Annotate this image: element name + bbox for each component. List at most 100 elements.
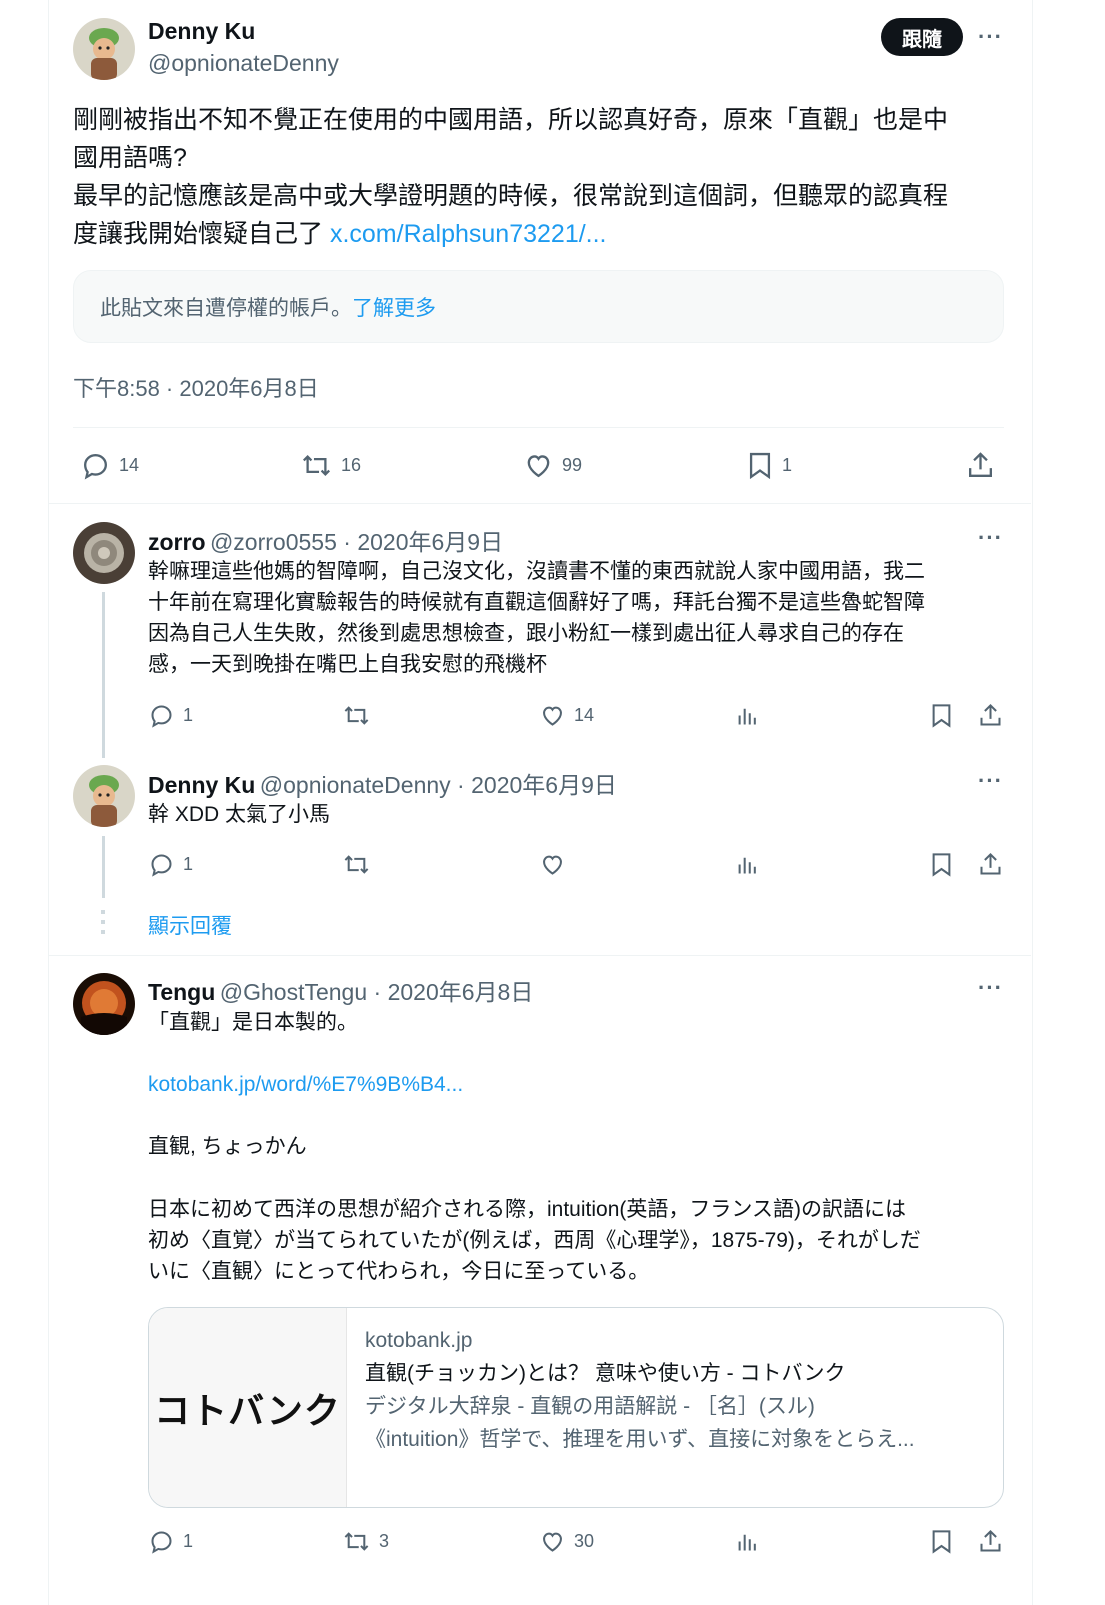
reply-text-line: 直観, ちょっかん [148,1135,307,1158]
repost-button[interactable]: 16 [300,450,361,481]
repost-button[interactable] [342,702,371,729]
reply-icon [151,1531,172,1554]
link-preview-card[interactable]: コトバンク kotobank.jp 直観(チョッカン)とは？ 意味や使い方 - … [148,1307,1004,1508]
like-count: 14 [574,705,595,725]
reply-button[interactable]: 1 [148,1528,193,1555]
like-count: 99 [562,455,583,475]
bookmark-icon [749,452,771,480]
notice-text: 此貼文來自遭停權的帳戶。 [100,296,352,320]
repost-button[interactable] [342,851,371,878]
reply-text-line: 「直觀」是日本製的。 [148,1011,358,1034]
divider [48,503,1031,504]
share-icon [980,1529,1001,1552]
like-button[interactable]: 14 [539,702,594,729]
card-domain: kotobank.jp [365,1329,473,1352]
thread-dots [101,910,105,940]
learn-more-link[interactable]: 了解更多 [352,292,436,322]
avatar[interactable] [73,973,135,1035]
reply-text-line: 幹 XDD 太氣了小馬 [148,803,331,826]
author-handle[interactable]: @opnionateDenny [260,772,451,798]
reply-icon [151,705,172,728]
views-icon [738,1534,756,1551]
more-options-button[interactable]: ··· [978,24,1003,50]
reply-icon [84,454,107,480]
share-icon [980,852,1001,875]
like-button[interactable] [539,851,566,878]
like-icon [543,855,562,875]
reply-date[interactable]: · 2020年6月8日 [367,979,534,1005]
divider [73,427,1004,428]
views-button[interactable] [734,851,761,878]
share-button[interactable] [965,450,996,481]
like-icon [527,455,550,478]
bookmark-button[interactable] [929,1528,954,1555]
reply-date[interactable]: · 2020年6月9日 [337,529,503,555]
repost-icon [344,706,369,725]
card-title: 直観(チョッカン)とは？ 意味や使い方 - コトバンク [365,1362,846,1385]
tweet-text-line: 剛剛被指出不知不覺正在使用的中國用語，所以認真好奇，原來「直觀」也是中 [73,106,949,134]
card-body: kotobank.jp 直観(チョッカン)とは？ 意味や使い方 - コトバンク … [347,1308,1003,1507]
bookmark-button[interactable]: 1 [746,450,792,481]
reply-text-line: 感，一天到晚掛在嘴巴上自我安慰的飛機杯 [148,653,547,676]
reply-icon [151,854,172,877]
tweet-text-line: 最早的記憶應該是高中或大學證明題的時候，很常說到這個詞，但聽眾的認真程 [73,182,949,210]
tweet-link[interactable]: x.com/Ralphsun73221/... [330,220,607,248]
reply-text-line: 初め〈直覚〉が当てられていたが(例えば，西周《心理学》，1875-79)，それが… [148,1229,921,1252]
more-options-button[interactable]: ··· [978,975,1003,1001]
repost-button[interactable]: 3 [342,1528,389,1555]
bookmark-button[interactable] [929,702,954,729]
share-button[interactable] [977,702,1004,729]
reply-button[interactable]: 14 [80,450,139,481]
reply-text: 幹嘛理這些他媽的智障啊，自己沒文化，沒讀書不懂的東西就說人家中國用語，我二 十年… [148,556,1008,680]
author-name[interactable]: Tengu [148,979,215,1005]
share-icon [980,703,1001,726]
repost-count: 3 [379,1531,390,1551]
repost-count: 16 [341,455,362,475]
reply-button[interactable]: 1 [148,702,193,729]
like-button[interactable]: 99 [523,450,582,481]
more-options-button[interactable]: ··· [978,525,1003,551]
views-icon [738,708,756,725]
author-handle[interactable]: @GhostTengu [220,979,367,1005]
reply-text-line: 日本に初めて西洋の思想が紹介される際，intuition(英語，フランス語)の訳… [148,1198,906,1221]
reply-count: 14 [119,455,140,475]
tweet-timestamp[interactable]: 下午8:58 · 2020年6月8日 [73,371,319,403]
more-options-button[interactable]: ··· [978,768,1003,794]
thread-line [102,592,105,758]
divider [48,955,1031,956]
reply-link[interactable]: kotobank.jp/word/%E7%9B%B4... [148,1069,463,1100]
share-button[interactable] [977,1528,1004,1555]
reply-button[interactable]: 1 [148,851,193,878]
author-handle[interactable]: @opnionateDenny [148,50,339,77]
reply-count: 1 [183,1531,194,1551]
repost-icon [344,1532,369,1551]
avatar[interactable] [73,765,135,827]
reply-paragraph: 日本に初めて西洋の思想が紹介される際，intuition(英語，フランス語)の訳… [148,1194,1008,1287]
reply-text-line: 十年前在寫理化實驗報告的時候就有直觀這個辭好了嗎，拜託台獨不是這些魯蛇智障 [148,591,925,614]
follow-button[interactable]: 跟隨 [881,18,963,56]
views-button[interactable] [734,702,761,729]
author-name[interactable]: Denny Ku [148,18,255,45]
like-icon [543,706,562,726]
views-button[interactable] [734,1528,761,1555]
repost-icon [302,454,331,477]
share-button[interactable] [977,851,1004,878]
avatar[interactable] [73,18,135,80]
reply-header: zorro @zorro0555 · 2020年6月9日 [148,523,503,557]
reply-count: 1 [183,854,194,874]
author-handle[interactable]: @zorro0555 [210,529,337,555]
bookmark-icon [932,1530,951,1554]
show-replies-link[interactable]: 顯示回覆 [148,910,232,940]
author-name[interactable]: zorro [148,529,206,555]
bookmark-button[interactable] [929,851,954,878]
like-button[interactable]: 30 [539,1528,594,1555]
author-name[interactable]: Denny Ku [148,772,255,798]
repost-icon [344,855,369,874]
avatar[interactable] [73,522,135,584]
reply-text-line: 幹嘛理這些他媽的智障啊，自己沒文化，沒讀書不懂的東西就說人家中國用語，我二 [148,560,925,583]
bookmark-icon [932,853,951,877]
card-description: 《intuition》哲学で、推理を用いず、直接に対象をとらえ... [365,1428,915,1451]
tweet-text-line: 國用語嗎? [73,144,187,172]
like-count: 30 [574,1531,595,1551]
reply-date[interactable]: · 2020年6月9日 [451,772,617,798]
